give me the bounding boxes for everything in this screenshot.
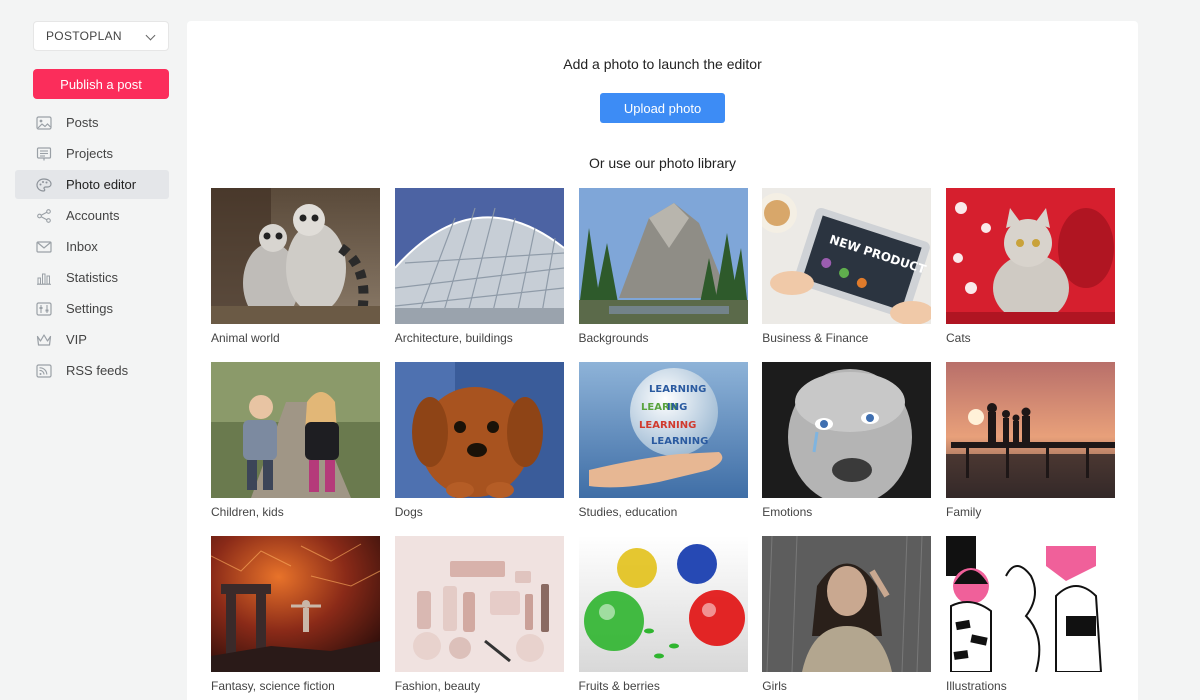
category-business-finance[interactable]: NEW PRODUCT Business & Finance [762, 188, 932, 362]
category-thumbnail [394, 536, 564, 672]
category-thumbnail [946, 536, 1115, 672]
mail-icon [36, 240, 52, 254]
sidebar-item-accounts[interactable]: Accounts [15, 201, 169, 230]
projects-icon [36, 146, 52, 161]
category-thumbnail [946, 362, 1115, 498]
category-label: Studies, education [578, 505, 678, 519]
workspace-name: POSTOPLAN [46, 29, 122, 43]
category-thumbnail [211, 362, 380, 498]
sidebar-item-posts[interactable]: Posts [15, 108, 169, 137]
category-illustrations[interactable]: Illustrations [946, 536, 1115, 700]
palette-icon [36, 177, 52, 192]
sidebar-item-label: Photo editor [66, 177, 137, 192]
category-label: Dogs [394, 505, 423, 519]
category-thumbnail [211, 536, 380, 672]
photo-library-grid: Animal world Architecture, buildings Bac… [211, 188, 1115, 700]
category-label: Cats [946, 331, 971, 345]
category-thumbnail [578, 188, 748, 324]
category-label: Fruits & berries [578, 679, 660, 693]
category-thumbnail [762, 362, 932, 498]
svg-text:LEARNING: LEARNING [639, 420, 696, 431]
category-backgrounds[interactable]: Backgrounds [578, 188, 748, 362]
chevron-down-icon [145, 30, 156, 41]
category-label: Children, kids [211, 505, 284, 519]
category-label: Fashion, beauty [394, 679, 481, 693]
sidebar-item-label: Accounts [66, 208, 120, 223]
workspace-selector[interactable]: POSTOPLAN [33, 21, 169, 51]
svg-text:LEARNING: LEARNING [651, 436, 708, 447]
category-dogs[interactable]: Dogs [394, 362, 564, 536]
library-title: Or use our photo library [588, 155, 737, 171]
sidebar-item-label: Inbox [66, 239, 98, 254]
category-thumbnail [578, 536, 748, 672]
category-thumbnail [394, 362, 564, 498]
category-label: Family [946, 505, 982, 519]
sidebar-item-label: RSS feeds [66, 363, 129, 378]
sidebar-item-vip[interactable]: VIP [15, 325, 169, 354]
category-emotions[interactable]: Emotions [762, 362, 932, 536]
sidebar: POSTOPLAN Publish a post Posts Projects … [0, 0, 185, 700]
rss-icon [36, 363, 52, 378]
upload-photo-button[interactable]: Upload photo [600, 93, 725, 123]
category-girls[interactable]: Girls [762, 536, 932, 700]
category-thumbnail [946, 188, 1115, 324]
category-thumbnail [762, 536, 932, 672]
sidebar-item-rss-feeds[interactable]: RSS feeds [15, 356, 169, 385]
category-label: Fantasy, science fiction [211, 679, 335, 693]
category-thumbnail: NEW PRODUCT [762, 188, 932, 324]
sidebar-item-label: Projects [66, 146, 113, 161]
category-label: Architecture, buildings [394, 331, 513, 345]
sliders-icon [36, 301, 52, 316]
category-thumbnail [394, 188, 564, 324]
sidebar-nav: Posts Projects Photo editor Accounts Inb… [15, 108, 169, 387]
category-label: Illustrations [946, 679, 1007, 693]
category-architecture-buildings[interactable]: Architecture, buildings [394, 188, 564, 362]
category-fruits-berries[interactable]: Fruits & berries [578, 536, 748, 700]
sidebar-item-label: VIP [66, 332, 87, 347]
photo-editor-panel: Add a photo to launch the editor Upload … [187, 21, 1138, 700]
sidebar-item-label: Settings [66, 301, 113, 316]
sidebar-item-label: Posts [66, 115, 99, 130]
category-family[interactable]: Family [946, 362, 1115, 536]
sidebar-item-label: Statistics [66, 270, 119, 285]
sidebar-item-photo-editor[interactable]: Photo editor [15, 170, 169, 199]
category-fashion-beauty[interactable]: Fashion, beauty [394, 536, 564, 700]
category-fantasy-science-fiction[interactable]: Fantasy, science fiction [211, 536, 380, 700]
category-studies-education[interactable]: LEARNING LEARN ING LEARNING LEARNING Studies… [578, 362, 748, 536]
category-animal-world[interactable]: Animal world [211, 188, 380, 362]
bar-chart-icon [36, 271, 52, 285]
sidebar-item-inbox[interactable]: Inbox [15, 232, 169, 261]
category-children-kids[interactable]: Children, kids [211, 362, 380, 536]
category-label: Backgrounds [578, 331, 649, 345]
sidebar-item-projects[interactable]: Projects [15, 139, 169, 168]
page-title: Add a photo to launch the editor [563, 56, 762, 72]
category-label: Animal world [211, 331, 280, 345]
crown-icon [36, 333, 52, 347]
sidebar-item-settings[interactable]: Settings [15, 294, 169, 323]
category-label: Emotions [762, 505, 813, 519]
category-label: Girls [762, 679, 787, 693]
sidebar-item-statistics[interactable]: Statistics [15, 263, 169, 292]
category-cats[interactable]: Cats [946, 188, 1115, 362]
image-icon [36, 115, 52, 130]
share-icon [36, 208, 52, 223]
publish-post-button[interactable]: Publish a post [33, 69, 169, 99]
category-thumbnail [211, 188, 380, 324]
category-label: Business & Finance [762, 331, 869, 345]
svg-text:ING: ING [667, 402, 687, 413]
svg-text:LEARNING: LEARNING [649, 384, 706, 395]
category-thumbnail: LEARNING LEARN ING LEARNING LEARNING [578, 362, 748, 498]
